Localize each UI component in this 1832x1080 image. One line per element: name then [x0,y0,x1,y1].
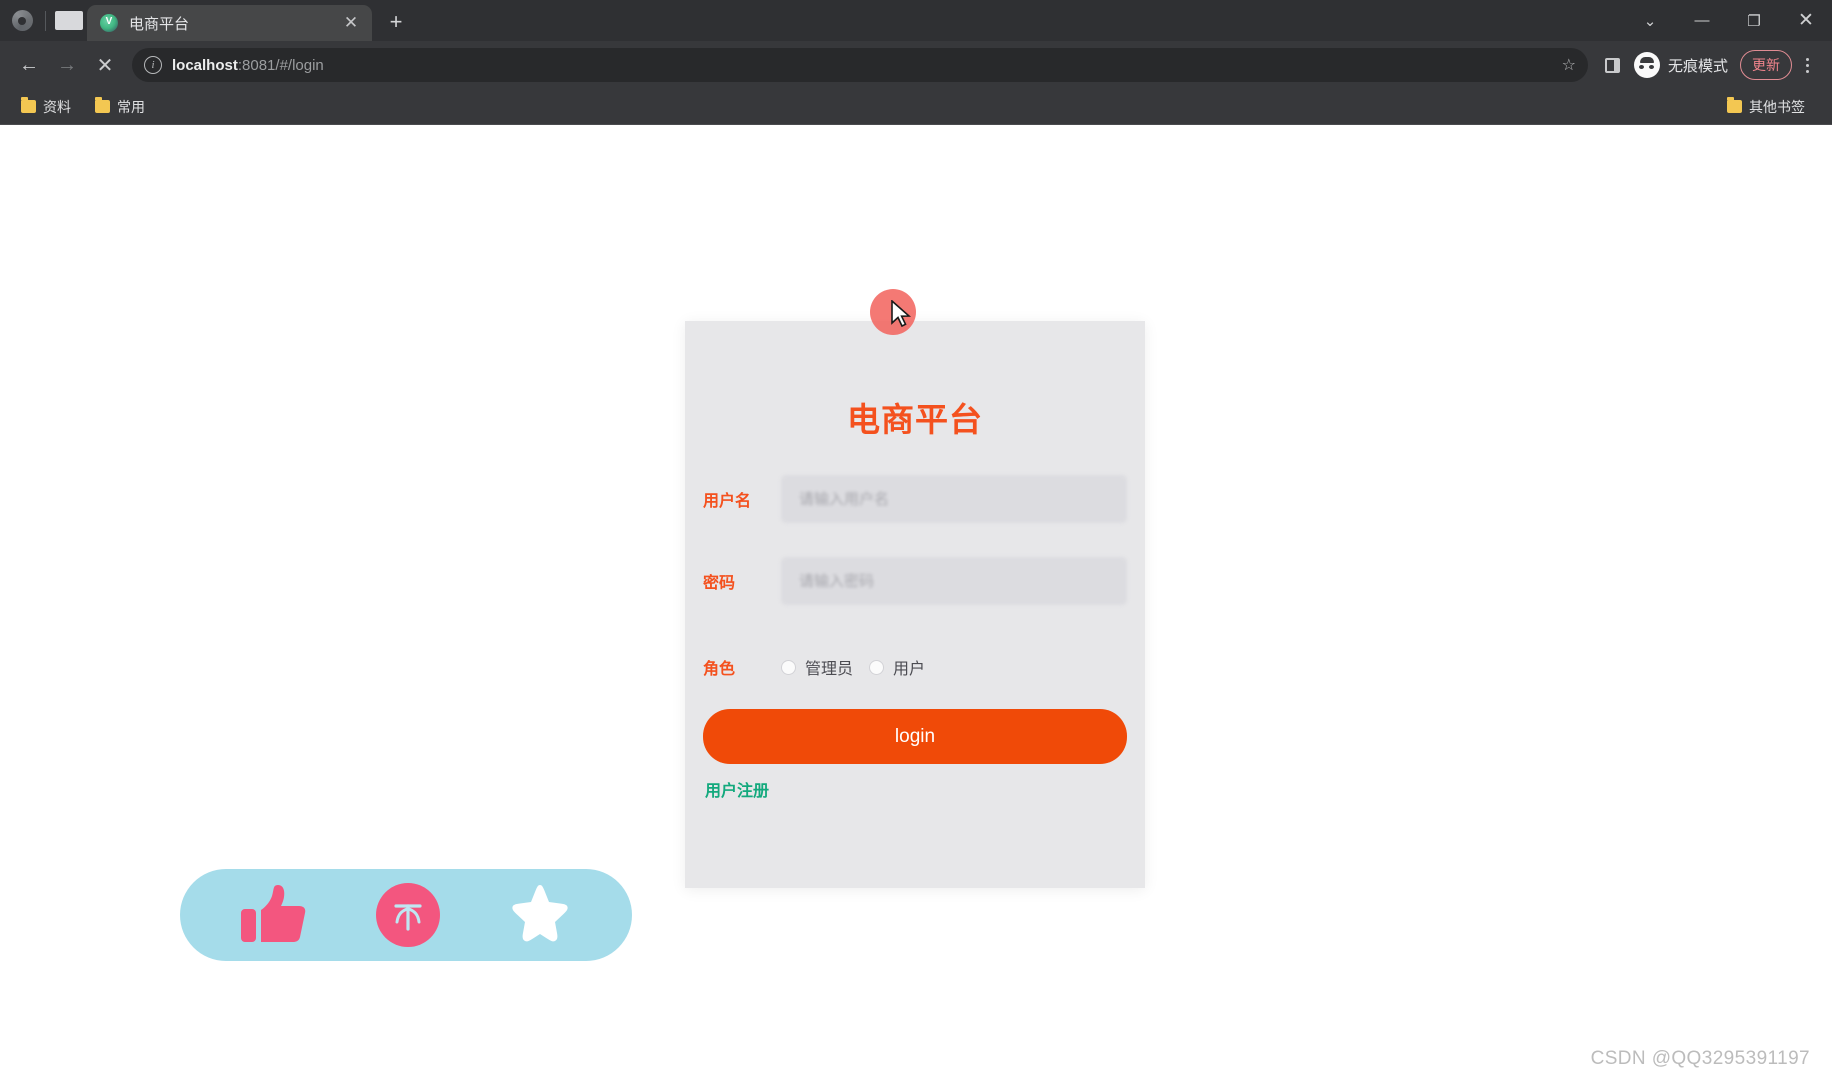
stop-icon[interactable]: ✕ [86,46,124,84]
side-panel-icon[interactable] [1596,48,1630,82]
password-row: 密码 [685,557,1145,605]
tab-search-icon[interactable]: ⌄ [1624,0,1676,41]
star-icon [507,883,573,947]
vue-logo-icon: V [100,14,118,32]
radio-icon[interactable] [869,659,885,675]
bookmarks-bar: 资料 常用 其他书签 [0,89,1832,125]
minimize-button[interactable]: — [1676,0,1728,41]
incognito-avatar-icon [1633,52,1660,78]
watermark: CSDN @QQ3295391197 [1590,1048,1810,1069]
bookmark-label: 资料 [43,98,71,115]
bookmark-item[interactable]: 资料 [12,94,80,120]
back-icon[interactable]: ← [10,46,48,84]
maximize-button[interactable]: ❐ [1728,0,1780,41]
incognito-label: 无痕模式 [1667,57,1728,75]
url-text: localhost:8081/#/login [172,57,324,74]
username-row: 用户名 [685,475,1145,523]
role-option-user[interactable]: 用户 [869,655,925,679]
bookmark-item[interactable]: 常用 [86,94,154,120]
tab-title: 电商平台 [129,15,190,33]
browser-tab[interactable]: V 电商平台 ✕ [87,5,372,41]
page-viewport: 电商平台 用户名 密码 角色 管理员 用户 [0,125,1832,1080]
bookmark-label: 常用 [117,98,145,115]
address-bar[interactable]: i localhost:8081/#/login ☆ [132,48,1588,82]
login-button[interactable]: login [703,709,1127,764]
browser-toolbar: ← → ✕ i localhost:8081/#/login ☆ 无痕模式 更新 [0,41,1832,89]
role-option-admin[interactable]: 管理员 [781,655,853,679]
bookmarks-bar-right: 其他书签 [1718,94,1820,120]
tab-group-icon[interactable] [55,11,83,30]
password-label: 密码 [703,575,736,592]
info-icon[interactable]: i [144,56,162,74]
new-tab-button[interactable]: + [380,6,412,38]
login-card: 电商平台 用户名 密码 角色 管理员 用户 [685,321,1145,888]
url-host: localhost [172,56,238,74]
kebab-menu-icon[interactable] [1792,49,1822,81]
folder-icon [95,97,110,113]
role-label: 角色 [703,661,736,678]
other-bookmarks-item[interactable]: 其他书签 [1718,94,1814,120]
browser-window: V 电商平台 ✕ + ⌄ — ❐ ✕ ← → ✕ i localhost:808… [0,0,1832,1080]
update-button[interactable]: 更新 [1740,50,1792,80]
favicon-glyph: V [105,16,113,27]
role-radio-group: 管理员 用户 [781,655,925,679]
other-bookmarks-label: 其他书签 [1749,98,1805,115]
close-icon[interactable]: ✕ [340,12,362,34]
pink-circle-char-icon [375,883,440,947]
click-highlight [870,289,916,335]
role-row: 角色 管理员 用户 [685,655,1145,679]
divider [45,10,46,31]
incognito-indicator[interactable]: 无痕模式 [1630,52,1738,78]
role-option-label: 用户 [893,661,926,678]
password-input[interactable] [781,557,1127,605]
folder-icon [21,97,36,113]
tab-strip-left [0,0,87,41]
sticker-badge [180,869,632,961]
browser-logo-icon [8,7,36,35]
radio-icon[interactable] [781,659,796,675]
url-path: :8081/#/login [237,56,324,74]
username-label: 用户名 [703,493,752,510]
role-option-label: 管理员 [805,661,854,678]
folder-icon [1727,97,1742,113]
close-window-button[interactable]: ✕ [1780,0,1832,41]
tab-strip: V 电商平台 ✕ + ⌄ — ❐ ✕ [0,0,1832,41]
username-input[interactable] [781,475,1127,523]
page-title: 电商平台 [847,401,983,438]
thumbs-up-icon [239,883,309,947]
bookmark-star-icon[interactable]: ☆ [1562,55,1576,75]
forward-icon[interactable]: → [48,46,86,84]
window-controls: ⌄ — ❐ ✕ [1624,0,1832,41]
register-link[interactable]: 用户注册 [705,777,1145,801]
